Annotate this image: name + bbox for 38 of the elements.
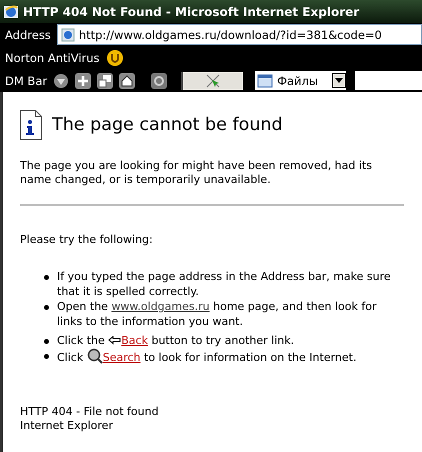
status-text: HTTP 404 - File not found [20, 405, 160, 419]
caret-icon [334, 78, 343, 83]
toolbar-field[interactable] [354, 71, 422, 90]
windows-icon[interactable] [97, 72, 114, 88]
suggestion-text: Click Search to look for information on the Internet. [57, 348, 356, 365]
bullet-icon [44, 354, 49, 359]
add-icon[interactable] [75, 72, 92, 88]
back-arrow-icon [108, 336, 122, 347]
cursor-button[interactable] [181, 72, 244, 90]
error-heading: The page cannot be found [52, 115, 283, 135]
toolbar-label: DM Bar [5, 74, 48, 88]
search-link[interactable]: Search [102, 351, 141, 364]
settings-icon[interactable] [151, 72, 168, 88]
error-description: The page you are looking for might have been removed, had its name changed, or is temporarily unavailable. [20, 159, 373, 187]
search-icon [86, 348, 103, 364]
bullet-icon [44, 339, 49, 344]
back-link[interactable]: Back [121, 334, 148, 347]
cursor-icon [206, 74, 220, 88]
bullet-icon [44, 275, 49, 280]
bullet-icon [44, 305, 49, 310]
instructions-heading: Please try the following: [20, 233, 154, 247]
folder-dropdown[interactable]: Файлы [255, 71, 346, 90]
status-text: Internet Explorer [20, 419, 114, 433]
address-label: Address [5, 28, 51, 42]
window-title: HTTP 404 Not Found - Microsoft Internet Explorer [23, 4, 360, 18]
home-link[interactable]: www.oldgames.ru [111, 300, 210, 313]
info-icon [20, 110, 42, 140]
page-icon [60, 28, 75, 42]
gem-icon[interactable] [53, 72, 70, 88]
suggestion-text: Click the Back button to try another link. [57, 333, 294, 348]
browser-logo-icon [3, 4, 19, 20]
window-icon [257, 72, 274, 88]
suggestion-text: Open the www.oldgames.ru home page, and then look for links to the information you want. [57, 299, 378, 329]
home-icon[interactable] [119, 72, 136, 88]
toolbar-label: Norton AntiVirus [5, 50, 100, 64]
suggestion-text: If you typed the page address in the Address bar, make sure that it is spelled correctly. [57, 269, 392, 299]
shield-icon[interactable] [106, 48, 124, 66]
address-field[interactable]: http://www.oldgames.ru/download/?id=381&code=0 [56, 24, 422, 45]
